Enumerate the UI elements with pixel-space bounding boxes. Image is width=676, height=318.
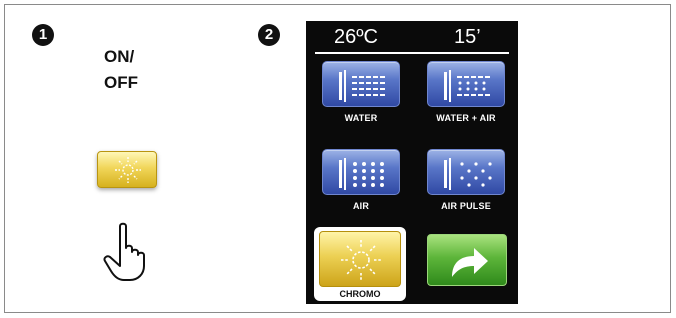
control-panel: 26ºC 15’ WATER WATER + AIR AIR AIR PULSE… bbox=[306, 21, 518, 304]
mode-water-air-label: WATER + AIR bbox=[436, 113, 496, 123]
mode-air-pulse-button[interactable] bbox=[427, 149, 505, 195]
step-2-badge: 2 bbox=[258, 24, 280, 46]
mode-water-button[interactable] bbox=[322, 61, 400, 107]
chromo-label: CHROMO bbox=[339, 289, 381, 299]
bath-water-icon bbox=[339, 70, 385, 102]
curved-arrow-right-icon bbox=[452, 248, 488, 277]
step-1-badge: 1 bbox=[32, 24, 54, 46]
on-off-label-line2: OFF bbox=[104, 73, 138, 92]
chromo-button-selected[interactable]: CHROMO bbox=[314, 227, 406, 301]
sun-icon bbox=[115, 157, 141, 183]
chromo-button[interactable] bbox=[319, 231, 401, 287]
sun-icon bbox=[341, 240, 381, 280]
mode-air-button[interactable] bbox=[322, 149, 400, 195]
mode-air-label: AIR bbox=[352, 201, 370, 211]
next-button[interactable] bbox=[427, 234, 507, 286]
temperature-readout: 26ºC bbox=[334, 26, 378, 48]
bath-air-icon bbox=[339, 158, 384, 190]
bath-water-air-icon bbox=[444, 70, 490, 102]
pointing-hand-icon bbox=[103, 222, 145, 281]
power-button[interactable] bbox=[97, 151, 157, 188]
duration-readout: 15’ bbox=[454, 26, 481, 48]
on-off-label-line1: ON/ bbox=[104, 47, 135, 66]
mode-air-pulse-label: AIR PULSE bbox=[441, 201, 491, 211]
readout-divider bbox=[315, 52, 509, 54]
mode-water-air-button[interactable] bbox=[427, 61, 505, 107]
bath-air-pulse-icon bbox=[444, 158, 492, 190]
on-off-label: ON/ OFF bbox=[104, 44, 154, 96]
mode-water-label: WATER bbox=[344, 113, 378, 123]
